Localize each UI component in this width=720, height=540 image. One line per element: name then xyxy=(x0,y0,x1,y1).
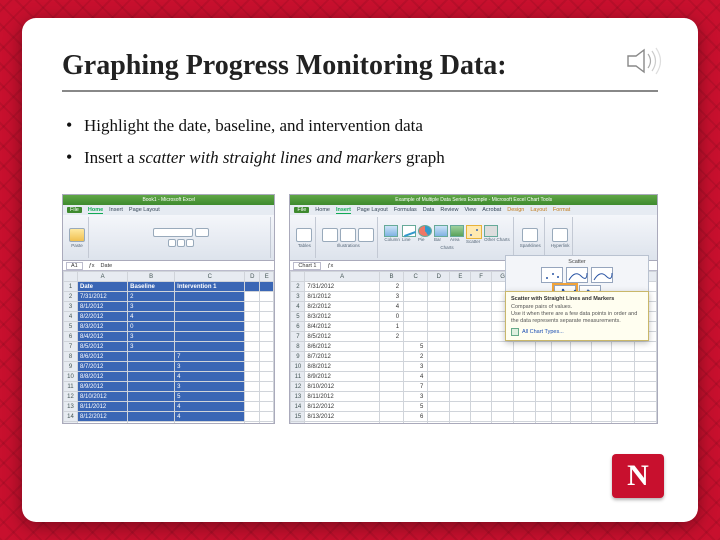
sparkline-icon[interactable] xyxy=(522,228,538,242)
pivottable-icon[interactable] xyxy=(296,228,312,242)
tab-page-layout[interactable]: Page Layout xyxy=(357,207,388,213)
line-chart-button[interactable]: Line xyxy=(402,225,416,244)
picture-icon[interactable] xyxy=(322,228,338,242)
other-charts-button[interactable]: Other Charts xyxy=(484,225,510,244)
tab-review[interactable]: Review xyxy=(440,207,458,213)
paste-icon[interactable] xyxy=(69,228,85,242)
underline-icon[interactable] xyxy=(186,239,194,247)
name-box[interactable]: Chart 1 xyxy=(293,262,321,270)
tab-data[interactable]: Data xyxy=(423,207,435,213)
font-box[interactable] xyxy=(153,228,193,237)
pie-chart-button[interactable]: Pie xyxy=(418,225,432,244)
group-label: Illustrations xyxy=(337,243,360,248)
scatter-option-smooth-lines[interactable] xyxy=(591,267,613,283)
ribbon-tabs: File Home Insert Page Layout Formulas Da… xyxy=(290,205,657,215)
tab-design[interactable]: Design xyxy=(507,207,524,213)
nebraska-n-logo: N xyxy=(612,454,664,498)
name-box[interactable]: A1 xyxy=(66,262,83,270)
screenshots-row: Book1 - Microsoft Excel File Home Insert… xyxy=(62,194,658,424)
excel-screenshot-highlight: Book1 - Microsoft Excel File Home Insert… xyxy=(62,194,275,424)
bullet-item: Insert a scatter with straight lines and… xyxy=(62,142,658,174)
tab-view[interactable]: View xyxy=(464,207,476,213)
shapes-icon[interactable] xyxy=(358,228,374,242)
logo-letter: N xyxy=(627,459,649,493)
ribbon-group-sparklines: Sparklines xyxy=(517,217,545,258)
group-label: Charts xyxy=(440,245,453,250)
window-titlebar: Book1 - Microsoft Excel xyxy=(63,195,274,205)
fx-icon[interactable]: ƒx xyxy=(89,263,95,269)
italic-icon[interactable] xyxy=(177,239,185,247)
scatter-option-markers-only[interactable] xyxy=(541,267,563,283)
window-titlebar: Example of Multiple Data Series Example … xyxy=(290,195,657,205)
group-label: Tables xyxy=(298,243,311,248)
group-label: Hyperlink xyxy=(551,243,570,248)
column-chart-button[interactable]: Column xyxy=(384,225,400,244)
group-label: Sparklines xyxy=(520,243,541,248)
tab-insert[interactable]: Insert xyxy=(109,207,123,213)
scatter-panel-title: Scatter xyxy=(509,259,645,265)
chart-types-icon xyxy=(511,328,519,336)
bullet-item: Highlight the date, baseline, and interv… xyxy=(62,110,658,142)
all-chart-types-link[interactable]: All Chart Types... xyxy=(511,328,643,336)
ribbon-group-illustrations: Illustrations xyxy=(319,217,378,258)
file-tab[interactable]: File xyxy=(67,207,82,213)
ribbon-tabs: File Home Insert Page Layout xyxy=(63,205,274,215)
tab-page-layout[interactable]: Page Layout xyxy=(129,207,160,213)
tab-formulas[interactable]: Formulas xyxy=(394,207,417,213)
speaker-icon xyxy=(626,46,666,76)
bullet-list: Highlight the date, baseline, and interv… xyxy=(62,110,658,174)
tab-home[interactable]: Home xyxy=(88,207,103,214)
ribbon-group-charts: Column Line Pie Bar Area Scatter Other C… xyxy=(381,217,513,258)
excel-screenshot-insert-chart: Example of Multiple Data Series Example … xyxy=(289,194,658,424)
bold-icon[interactable] xyxy=(168,239,176,247)
ribbon: Paste xyxy=(63,215,274,261)
file-tab[interactable]: File xyxy=(294,207,309,213)
tab-format[interactable]: Format xyxy=(553,207,570,213)
ribbon-group-clipboard: Paste xyxy=(66,217,89,258)
tooltip-link-label: All Chart Types... xyxy=(522,329,564,335)
fx-icon[interactable]: ƒx xyxy=(327,263,333,269)
tab-home[interactable]: Home xyxy=(315,207,330,213)
ribbon-group-links: Hyperlink xyxy=(548,217,574,258)
slide-card: Graphing Progress Monitoring Data: Highl… xyxy=(22,18,698,522)
clipart-icon[interactable] xyxy=(340,228,356,242)
size-box[interactable] xyxy=(195,228,209,237)
slide-title: Graphing Progress Monitoring Data: xyxy=(62,50,658,92)
ribbon-group-tables: Tables xyxy=(293,217,316,258)
tab-insert[interactable]: Insert xyxy=(336,207,351,214)
ribbon-group-font xyxy=(92,217,271,258)
area-chart-button[interactable]: Area xyxy=(450,225,464,244)
formula-value[interactable]: Date xyxy=(101,263,113,269)
scatter-chart-button[interactable]: Scatter xyxy=(466,225,482,244)
chart-type-tooltip: Scatter with Straight Lines and Markers … xyxy=(505,291,649,341)
paste-label: Paste xyxy=(71,243,83,248)
tab-layout[interactable]: Layout xyxy=(530,207,547,213)
hyperlink-icon[interactable] xyxy=(552,228,568,242)
tooltip-title: Scatter with Straight Lines and Markers xyxy=(511,296,643,302)
scatter-option-smooth-lines-markers[interactable] xyxy=(566,267,588,283)
worksheet[interactable]: ABCDE1DateBaselineIntervention 127/31/20… xyxy=(63,271,274,424)
bar-chart-button[interactable]: Bar xyxy=(434,225,448,244)
formula-bar: A1 ƒx Date xyxy=(63,261,274,271)
tab-acrobat[interactable]: Acrobat xyxy=(482,207,501,213)
tooltip-body: Compare pairs of values.Use it when ther… xyxy=(511,304,643,325)
